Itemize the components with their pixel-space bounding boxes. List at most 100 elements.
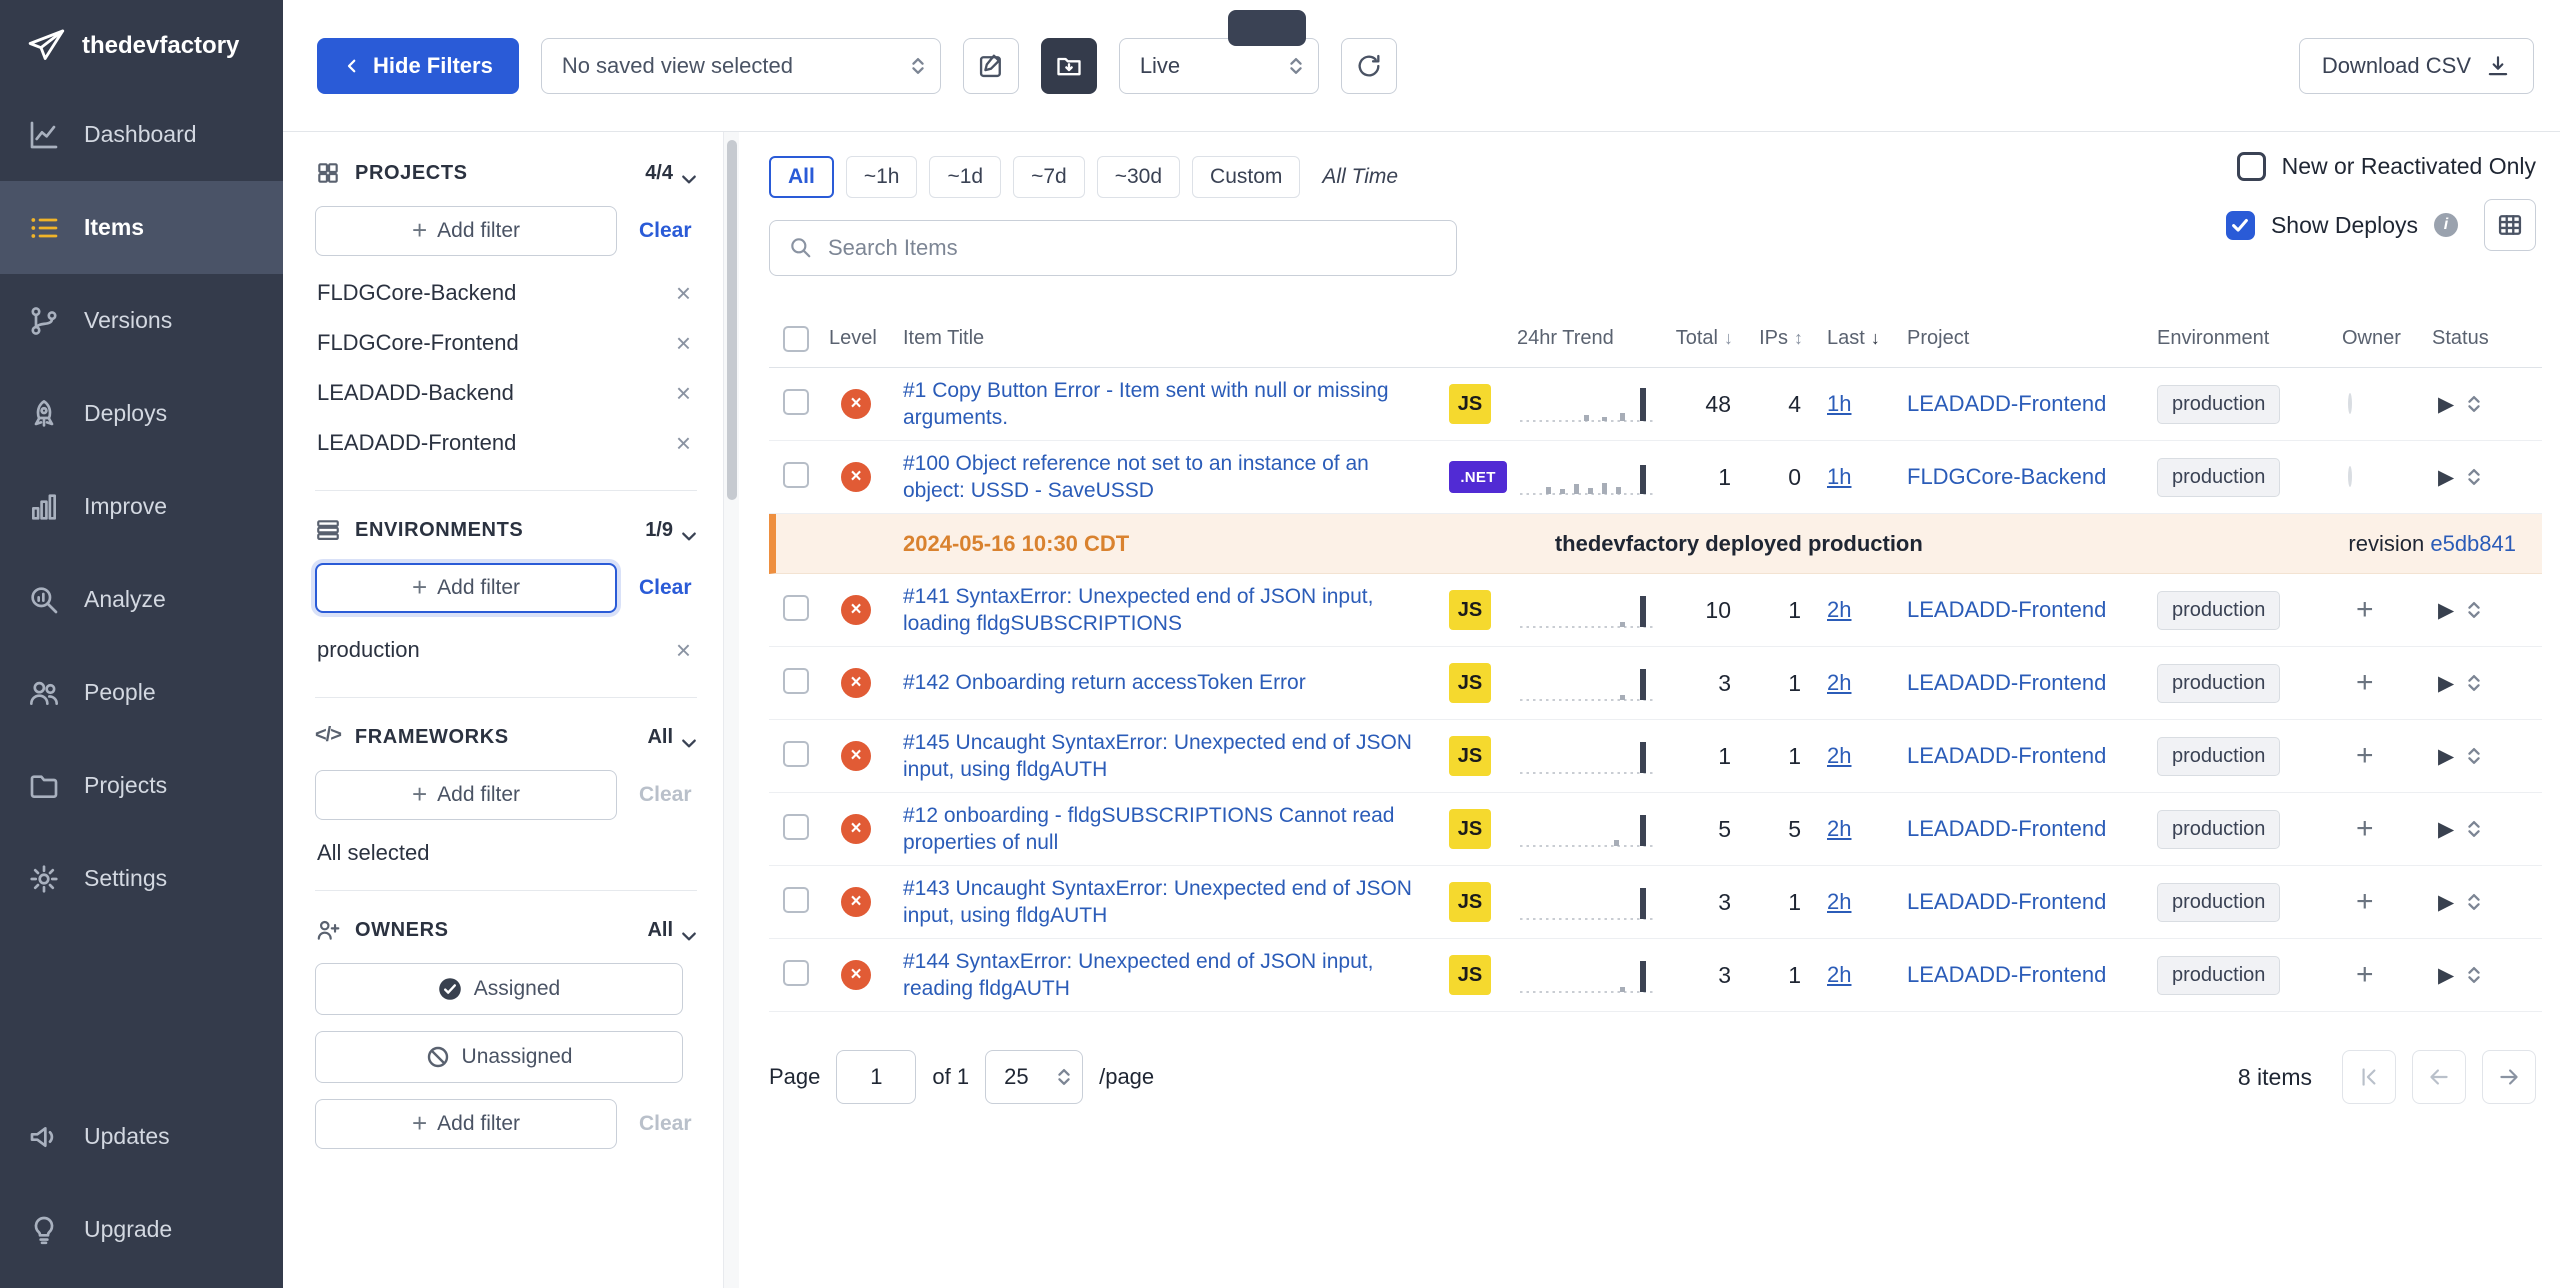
owners-add-filter-button[interactable]: + Add filter xyxy=(315,1099,617,1149)
row-checkbox[interactable] xyxy=(783,741,809,767)
tab-custom[interactable]: Custom xyxy=(1192,156,1300,198)
sidebar-item-upgrade[interactable]: Upgrade xyxy=(0,1183,283,1276)
tab-7d[interactable]: ~7d xyxy=(1013,156,1085,198)
show-deploys-checkbox[interactable] xyxy=(2226,211,2255,240)
header-last[interactable]: Last↓ xyxy=(1827,327,1907,350)
last-seen-link[interactable]: 1h xyxy=(1827,391,1851,416)
remove-filter-icon[interactable]: × xyxy=(676,330,691,356)
last-seen-link[interactable]: 2h xyxy=(1827,889,1851,914)
chevrons-updown-icon[interactable] xyxy=(2466,392,2482,416)
last-seen-link[interactable]: 2h xyxy=(1827,743,1851,768)
last-seen-link[interactable]: 1h xyxy=(1827,464,1851,489)
chevrons-updown-icon[interactable] xyxy=(2466,465,2482,489)
remove-filter-icon[interactable]: × xyxy=(676,637,691,663)
header-ips[interactable]: IPs↕ xyxy=(1757,327,1827,350)
header-project[interactable]: Project xyxy=(1907,327,2157,350)
save-view-button[interactable] xyxy=(1041,38,1097,94)
sidebar-item-improve[interactable]: Improve xyxy=(0,460,283,553)
hide-filters-button[interactable]: Hide Filters xyxy=(317,38,519,94)
assign-owner-button[interactable]: + xyxy=(2356,958,2374,991)
row-checkbox[interactable] xyxy=(783,887,809,913)
select-all-checkbox[interactable] xyxy=(783,326,809,352)
new-reactivated-checkbox[interactable] xyxy=(2237,152,2266,181)
environments-clear-link[interactable]: Clear xyxy=(639,576,692,600)
assign-owner-button[interactable]: + xyxy=(2356,812,2374,845)
header-owner[interactable]: Owner xyxy=(2342,327,2432,350)
assigned-toggle-button[interactable]: Assigned xyxy=(315,963,683,1015)
header-total[interactable]: Total↓ xyxy=(1667,327,1757,350)
item-title-link[interactable]: #145 Uncaught SyntaxError: Unexpected en… xyxy=(903,729,1449,784)
assign-owner-button[interactable]: + xyxy=(2356,885,2374,918)
sidebar-item-deploys[interactable]: Deploys xyxy=(0,367,283,460)
remove-filter-icon[interactable]: × xyxy=(676,380,691,406)
chevrons-updown-icon[interactable] xyxy=(2466,671,2482,695)
header-item-title[interactable]: Item Title xyxy=(903,327,1449,350)
frameworks-add-filter-button[interactable]: + Add filter xyxy=(315,770,617,820)
next-page-button[interactable] xyxy=(2482,1050,2536,1104)
status-play-icon[interactable]: ▶ xyxy=(2438,671,2454,696)
column-settings-button[interactable] xyxy=(2484,199,2536,251)
deploy-revision-link[interactable]: e5db841 xyxy=(2430,531,2516,556)
assign-owner-button[interactable]: + xyxy=(2356,739,2374,772)
tab-all-time[interactable]: All Time xyxy=(1312,156,1408,198)
projects-add-filter-button[interactable]: + Add filter xyxy=(315,206,617,256)
sidebar-item-items[interactable]: Items xyxy=(0,181,283,274)
previous-page-button[interactable] xyxy=(2412,1050,2466,1104)
status-play-icon[interactable]: ▶ xyxy=(2438,817,2454,842)
sidebar-item-analyze[interactable]: Analyze xyxy=(0,553,283,646)
assign-owner-button[interactable]: + xyxy=(2356,666,2374,699)
environments-add-filter-button[interactable]: + Add filter xyxy=(315,563,617,613)
status-play-icon[interactable]: ▶ xyxy=(2438,963,2454,988)
status-play-icon[interactable]: ▶ xyxy=(2438,598,2454,623)
page-number-input[interactable] xyxy=(836,1050,916,1104)
project-link[interactable]: FLDGCore-Backend xyxy=(1907,464,2106,489)
item-title-link[interactable]: #1 Copy Button Error - Item sent with nu… xyxy=(903,377,1449,432)
remove-filter-icon[interactable]: × xyxy=(676,280,691,306)
row-checkbox[interactable] xyxy=(783,960,809,986)
edit-view-button[interactable] xyxy=(963,38,1019,94)
item-title-link[interactable]: #143 Uncaught SyntaxError: Unexpected en… xyxy=(903,875,1449,930)
environments-count-toggle[interactable]: 1/9 xyxy=(645,519,697,542)
item-title-link[interactable]: #100 Object reference not set to an inst… xyxy=(903,450,1449,505)
row-checkbox[interactable] xyxy=(783,389,809,415)
project-link[interactable]: LEADADD-Frontend xyxy=(1907,391,2106,416)
item-title-link[interactable]: #144 SyntaxError: Unexpected end of JSON… xyxy=(903,948,1449,1003)
project-link[interactable]: LEADADD-Frontend xyxy=(1907,889,2106,914)
row-checkbox[interactable] xyxy=(783,462,809,488)
last-seen-link[interactable]: 2h xyxy=(1827,597,1851,622)
project-link[interactable]: LEADADD-Frontend xyxy=(1907,962,2106,987)
projects-count-toggle[interactable]: 4/4 xyxy=(645,162,697,185)
project-link[interactable]: LEADADD-Frontend xyxy=(1907,670,2106,695)
sidebar-item-updates[interactable]: Updates xyxy=(0,1090,283,1183)
search-input[interactable] xyxy=(828,235,1438,261)
tab-30d[interactable]: ~30d xyxy=(1097,156,1180,198)
chevrons-updown-icon[interactable] xyxy=(2466,744,2482,768)
header-trend[interactable]: 24hr Trend xyxy=(1517,327,1667,350)
remove-filter-icon[interactable]: × xyxy=(676,430,691,456)
chevrons-updown-icon[interactable] xyxy=(2466,817,2482,841)
first-page-button[interactable] xyxy=(2342,1050,2396,1104)
item-title-link[interactable]: #12 onboarding - fldgSUBSCRIPTIONS Canno… xyxy=(903,802,1449,857)
item-title-link[interactable]: #141 SyntaxError: Unexpected end of JSON… xyxy=(903,583,1449,638)
sidebar-item-dashboard[interactable]: Dashboard xyxy=(0,88,283,181)
header-status[interactable]: Status xyxy=(2432,327,2542,350)
project-link[interactable]: LEADADD-Frontend xyxy=(1907,743,2106,768)
sidebar-item-settings[interactable]: Settings xyxy=(0,832,283,925)
tab-all[interactable]: All xyxy=(769,156,834,198)
status-play-icon[interactable]: ▶ xyxy=(2438,392,2454,417)
last-seen-link[interactable]: 2h xyxy=(1827,962,1851,987)
owner-avatar[interactable] xyxy=(2348,466,2352,487)
assign-owner-button[interactable]: + xyxy=(2356,593,2374,626)
refresh-button[interactable] xyxy=(1341,38,1397,94)
owner-avatar[interactable] xyxy=(2348,393,2352,414)
header-level[interactable]: Level xyxy=(829,327,903,350)
scrollbar-thumb[interactable] xyxy=(727,140,737,500)
tab-1h[interactable]: ~1h xyxy=(846,156,918,198)
tab-1d[interactable]: ~1d xyxy=(929,156,1001,198)
project-link[interactable]: LEADADD-Frontend xyxy=(1907,816,2106,841)
unassigned-toggle-button[interactable]: Unassigned xyxy=(315,1031,683,1083)
chevrons-updown-icon[interactable] xyxy=(2466,890,2482,914)
frameworks-count-toggle[interactable]: All xyxy=(647,726,697,749)
row-checkbox[interactable] xyxy=(783,595,809,621)
last-seen-link[interactable]: 2h xyxy=(1827,816,1851,841)
